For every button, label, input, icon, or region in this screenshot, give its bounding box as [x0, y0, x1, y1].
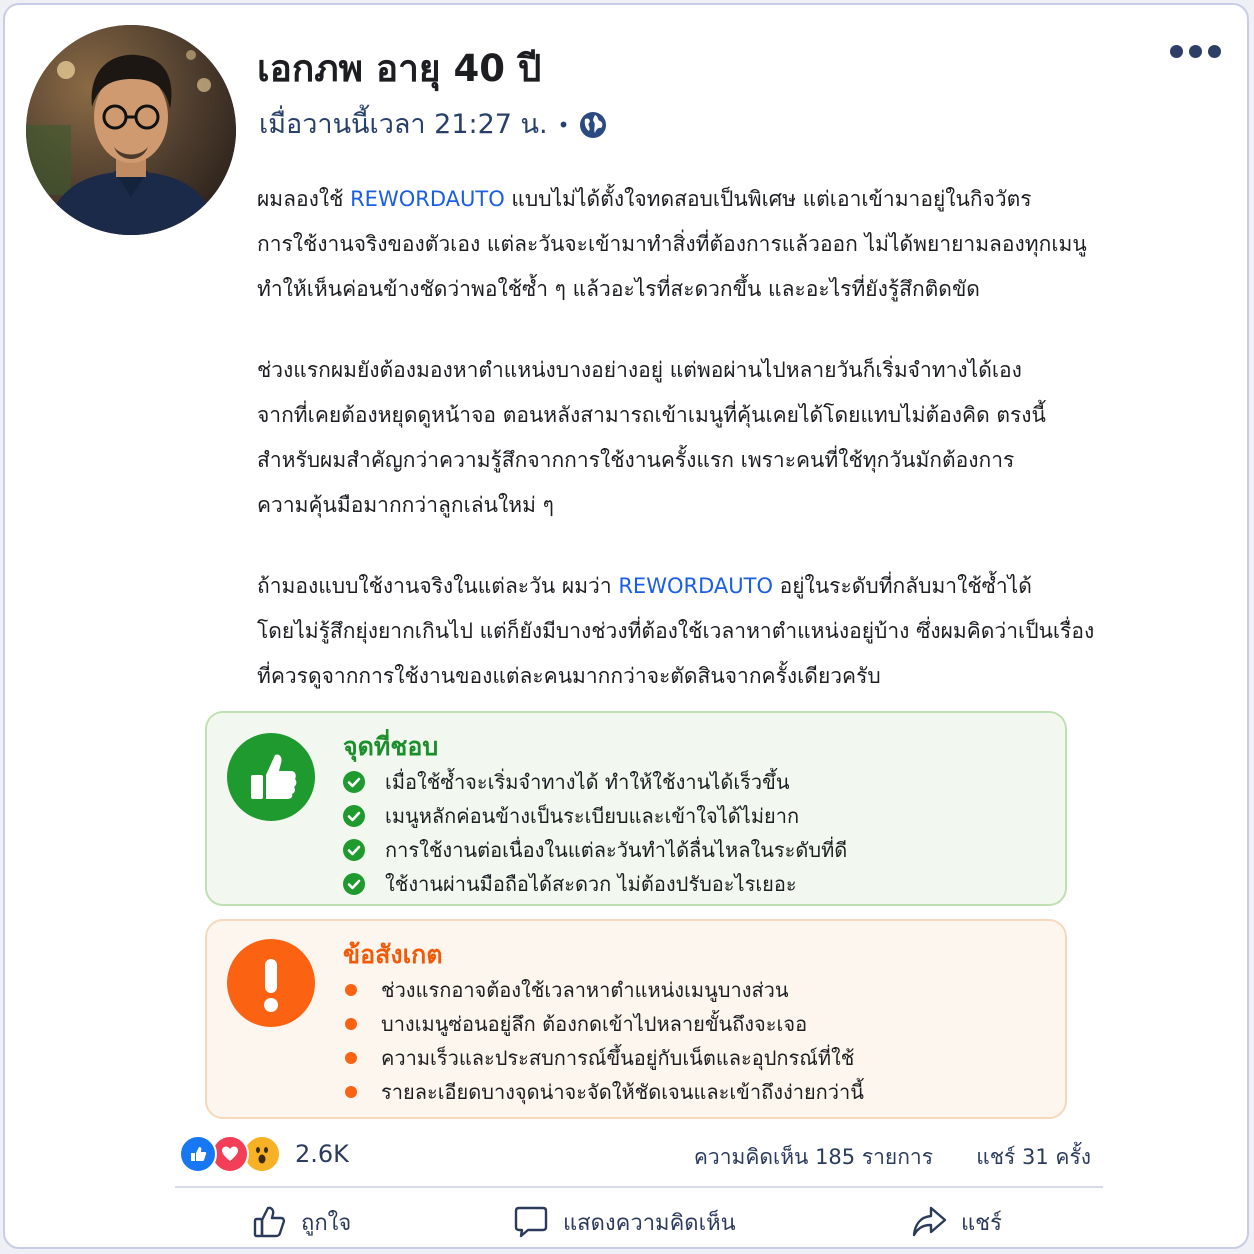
list-item: เมนูหลักค่อนข้างเป็นระเบียบและเข้าใจได้ไ… [343, 799, 847, 833]
check-icon [343, 839, 365, 861]
comment-icon [514, 1206, 548, 1238]
shares-count[interactable]: แชร์ 31 ครั้ง [976, 1141, 1091, 1174]
list-item: ใช้งานผ่านมือถือได้สะดวก ไม่ต้องปรับอะไร… [343, 867, 847, 901]
like-button[interactable]: ถูกใจ [251, 1201, 351, 1243]
list-item: การใช้งานต่อเนื่องในแต่ละวันทำได้ลื่นไหล… [343, 833, 847, 867]
avatar[interactable] [26, 25, 236, 235]
list-item: บางเมนูซ่อนอยู่ลึก ต้องกดเข้าไปหลายขั้นถ… [343, 1007, 864, 1041]
bullet-icon [345, 984, 357, 996]
exclamation-icon [227, 939, 315, 1027]
list-item: รายละเอียดบางจุดน่าจะจัดให้ชัดเจนและเข้า… [343, 1075, 864, 1109]
author-name[interactable]: เอกภพ อายุ 40 ปี [257, 45, 541, 93]
bullet-icon [345, 1018, 357, 1030]
share-icon [912, 1206, 947, 1237]
notes-title: ข้อสังเกต [343, 940, 443, 969]
more-options-button[interactable] [1170, 45, 1221, 58]
more-dot-icon [1208, 45, 1221, 58]
list-item: ความเร็วและประสบการณ์ขึ้นอยู่กับเน็ตและอ… [343, 1041, 864, 1075]
check-icon [343, 873, 365, 895]
meta-separator: • [557, 113, 570, 137]
brand-link[interactable]: REWORDAUTO [618, 574, 773, 598]
notes-box: ข้อสังเกต ช่วงแรกอาจต้องใช้เวลาหาตำแหน่ง… [205, 919, 1067, 1119]
divider [175, 1186, 1103, 1188]
thumbs-up-icon [253, 1206, 286, 1238]
more-dot-icon [1189, 45, 1202, 58]
reaction-count[interactable]: 2.6K [295, 1140, 349, 1168]
post-card: เอกภพ อายุ 40 ปี เมื่อวานนี้เวลา 21:27 น… [3, 3, 1249, 1249]
check-icon [343, 805, 365, 827]
comment-button[interactable]: แสดงความคิดเห็น [513, 1201, 736, 1243]
share-button[interactable]: แชร์ [911, 1201, 1002, 1243]
list-item: ช่วงแรกอาจต้องใช้เวลาหาตำแหน่งเมนูบางส่ว… [343, 973, 864, 1007]
post-paragraph: ถ้ามองแบบใช้งานจริงในแต่ละวัน ผมว่า REWO… [257, 574, 1095, 688]
comments-count[interactable]: ความคิดเห็น 185 รายการ [694, 1141, 933, 1174]
share-label: แชร์ [961, 1210, 1002, 1236]
post-paragraph: ช่วงแรกผมยังต้องมองหาตำแหน่งบางอย่างอยู่… [257, 358, 1046, 517]
bullet-icon [345, 1052, 357, 1064]
globe-icon [580, 112, 607, 138]
post-meta: เมื่อวานนี้เวลา 21:27 น. • [259, 105, 607, 145]
comment-label: แสดงความคิดเห็น [563, 1210, 736, 1236]
post-paragraph: ผมลองใช้ REWORDAUTO แบบไม่ได้ตั้งใจทดสอบ… [257, 187, 1087, 301]
reaction-summary[interactable]: 2.6K [179, 1135, 349, 1173]
likes-list: เมื่อใช้ซ้ำจะเริ่มจำทางได้ ทำให้ใช้งานได… [343, 765, 847, 901]
check-icon [343, 771, 365, 793]
bullet-icon [345, 1086, 357, 1098]
thumbs-up-icon [227, 733, 315, 821]
post-stats: 2.6K ความคิดเห็น 185 รายการ แชร์ 31 ครั้… [179, 1133, 1091, 1177]
brand-link[interactable]: REWORDAUTO [350, 187, 505, 211]
post-body: ผมลองใช้ REWORDAUTO แบบไม่ได้ตั้งใจทดสอบ… [257, 177, 1117, 699]
more-dot-icon [1170, 45, 1183, 58]
like-reaction-icon [179, 1135, 217, 1173]
like-label: ถูกใจ [301, 1210, 352, 1236]
post-timestamp[interactable]: เมื่อวานนี้เวลา 21:27 น. [259, 105, 548, 145]
likes-title: จุดที่ชอบ [343, 732, 439, 761]
likes-box: จุดที่ชอบ เมื่อใช้ซ้ำจะเริ่มจำทางได้ ทำใ… [205, 711, 1067, 906]
list-item: เมื่อใช้ซ้ำจะเริ่มจำทางได้ ทำให้ใช้งานได… [343, 765, 847, 799]
notes-list: ช่วงแรกอาจต้องใช้เวลาหาตำแหน่งเมนูบางส่ว… [343, 973, 864, 1109]
